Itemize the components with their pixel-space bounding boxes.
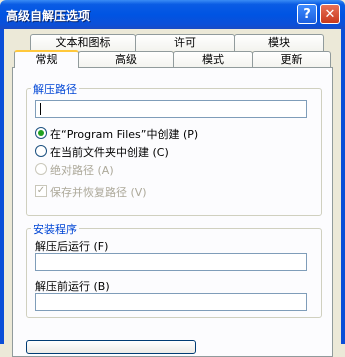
tab-label: 常规 bbox=[35, 53, 58, 66]
window-frame-left bbox=[0, 29, 4, 344]
tab-label: 模式 bbox=[202, 53, 224, 66]
tab-label: 模块 bbox=[268, 36, 290, 49]
radio-current-folder[interactable] bbox=[35, 145, 47, 157]
extract-path-input[interactable] bbox=[35, 100, 307, 118]
tab-label: 更新 bbox=[280, 53, 303, 66]
radio-current-folder-label[interactable]: 在当前文件夹中创建 (C) bbox=[50, 144, 169, 160]
window-title: 高级自解压选项 bbox=[6, 9, 91, 23]
save-restore-checkbox: ✓ bbox=[35, 185, 47, 197]
setup-program-group-title: 安装程序 bbox=[31, 221, 79, 237]
text-caret bbox=[40, 103, 41, 115]
save-restore-label: 保存并恢复路径 (V) bbox=[50, 186, 147, 199]
tab-general[interactable]: 常规 bbox=[14, 50, 79, 68]
tab-label: 许可 bbox=[174, 36, 196, 49]
tab-label: 文本和图标 bbox=[55, 36, 111, 49]
tab-text-and-icon[interactable]: 文本和图标 bbox=[30, 34, 136, 51]
radio-program-files-label[interactable]: 在“Program Files”中创建 (P) bbox=[50, 126, 198, 142]
close-button[interactable]: ✕ bbox=[320, 4, 340, 24]
run-before-label: 解压前运行 (B) bbox=[35, 280, 110, 293]
extract-path-group-title: 解压路径 bbox=[31, 81, 79, 97]
window-frame-right bbox=[341, 29, 345, 344]
tab-advanced[interactable]: 高级 bbox=[78, 51, 174, 68]
tab-license[interactable]: 许可 bbox=[135, 34, 235, 51]
tab-label: 高级 bbox=[115, 53, 137, 66]
tab-modules[interactable]: 模块 bbox=[234, 34, 324, 51]
tab-panel-general: 解压路径 在“Program Files”中创建 (P) 在当前文件夹中创建 (… bbox=[12, 67, 333, 357]
tab-mode[interactable]: 模式 bbox=[173, 51, 253, 68]
run-after-label: 解压后运行 (F) bbox=[35, 240, 109, 253]
run-before-input[interactable] bbox=[35, 293, 307, 311]
radio-program-files[interactable] bbox=[35, 127, 47, 139]
help-button[interactable]: ? bbox=[297, 4, 317, 24]
radio-absolute-path-label: 绝对路径 (A) bbox=[50, 164, 114, 177]
title-bar[interactable]: 高级自解压选项 ? ✕ bbox=[0, 0, 345, 29]
partial-button[interactable] bbox=[26, 340, 196, 354]
run-after-input[interactable] bbox=[35, 253, 307, 271]
radio-absolute-path bbox=[35, 163, 47, 175]
tab-update[interactable]: 更新 bbox=[252, 51, 331, 68]
